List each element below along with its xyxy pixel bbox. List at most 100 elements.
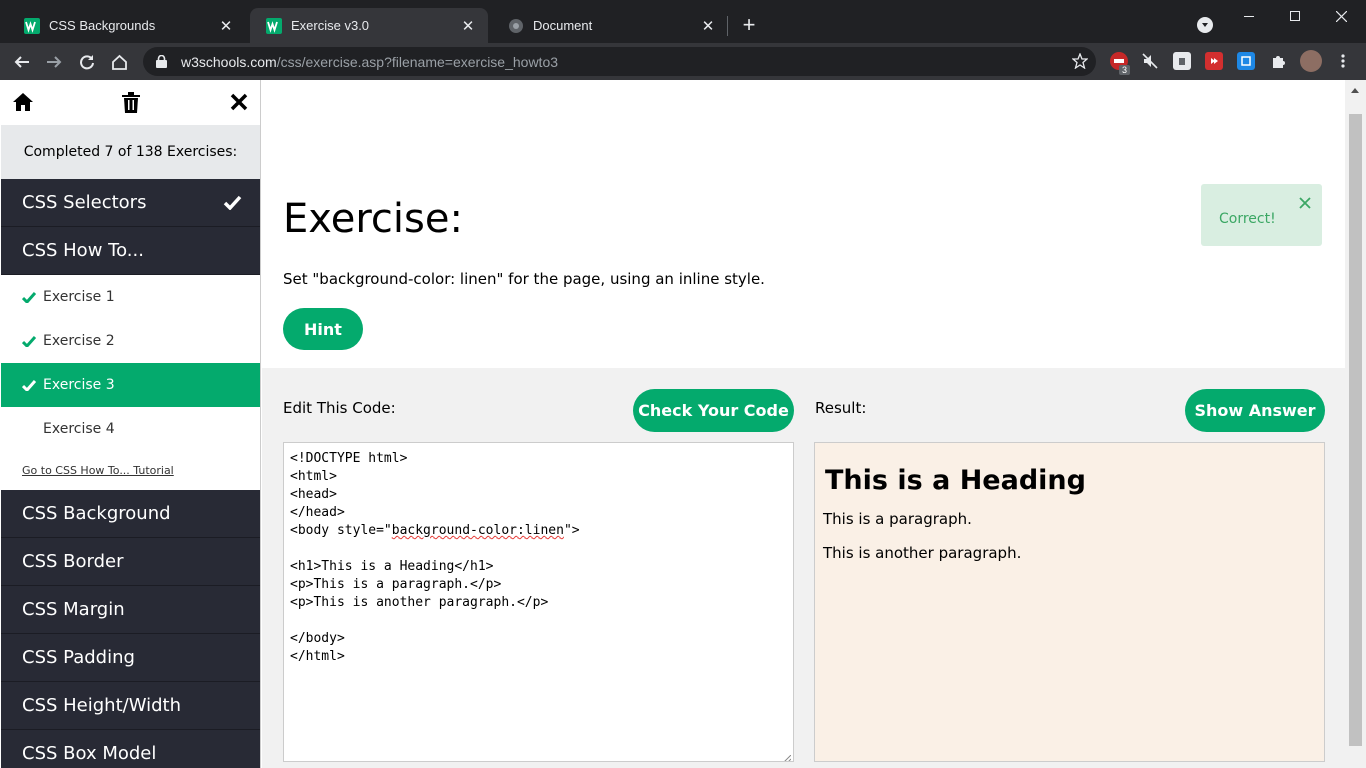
code-line: <p>This is a paragraph.</p> (290, 577, 502, 592)
hint-button[interactable]: Hint (283, 308, 363, 350)
sidebar-section-css-border[interactable]: CSS Border (1, 538, 260, 586)
code-workspace: Edit This Code: Check Your Code Result: … (262, 368, 1345, 768)
code-line: </html> (290, 649, 345, 664)
close-tab-icon[interactable]: ✕ (460, 18, 476, 35)
tab-search-icon[interactable] (1197, 17, 1213, 33)
code-line: </head> (290, 505, 345, 520)
sidebar-item-exercise-4[interactable]: Exercise 4 (1, 407, 260, 451)
check-icon (22, 379, 38, 391)
show-answer-button[interactable]: Show Answer (1185, 389, 1325, 432)
tab-separator (727, 16, 728, 36)
tutorial-link[interactable]: Go to CSS How To... Tutorial (1, 451, 260, 490)
section-label: CSS Selectors (22, 192, 147, 213)
section-label: CSS Margin (22, 599, 125, 620)
sidebar-section-css-selectors[interactable]: CSS Selectors (1, 179, 260, 227)
code-line-blank: ​ (290, 612, 787, 630)
section-label: CSS Padding (22, 647, 135, 668)
browser-tab-bar: CSS Backgrounds ✕ Exercise v3.0 ✕ Docume… (0, 0, 1366, 43)
forward-icon[interactable] (42, 50, 66, 74)
extension-red-icon[interactable] (1205, 52, 1223, 70)
extension-badge: 3 (1119, 65, 1131, 75)
tab-css-backgrounds[interactable]: CSS Backgrounds ✕ (8, 8, 246, 43)
exercise-sidebar: Completed 7 of 138 Exercises: CSS Select… (1, 80, 261, 768)
result-label: Result: (815, 399, 867, 417)
maximize-icon[interactable] (1272, 4, 1318, 28)
browser-toolbar: w3schools.com/css/exercise.asp?filename=… (0, 43, 1366, 80)
close-window-icon[interactable] (1318, 4, 1364, 28)
section-label: CSS Background (22, 503, 171, 524)
sidebar-section-css-padding[interactable]: CSS Padding (1, 634, 260, 682)
page-viewport: Completed 7 of 138 Exercises: CSS Select… (0, 80, 1366, 768)
close-alert-icon[interactable] (1298, 196, 1312, 210)
result-heading: This is a Heading (825, 465, 1086, 496)
sidebar-section-css-how-to[interactable]: CSS How To... (1, 227, 260, 275)
sidebar-section-css-background[interactable]: CSS Background (1, 490, 260, 538)
minimize-icon[interactable] (1226, 4, 1272, 28)
globe-icon (508, 18, 524, 34)
completed-check-icon (223, 194, 242, 215)
tab-exercise[interactable]: Exercise v3.0 ✕ (250, 8, 488, 43)
correct-alert: Correct! (1201, 184, 1322, 246)
extension-icon[interactable] (1173, 52, 1191, 70)
tab-title: CSS Backgrounds (49, 18, 156, 33)
page-title: Exercise: (283, 196, 463, 242)
check-code-button[interactable]: Check Your Code (633, 389, 794, 432)
code-line: <body style="background-color:linen"> (290, 523, 580, 538)
code-line: <head> (290, 487, 337, 502)
trash-icon[interactable] (119, 90, 143, 114)
code-line: <h1>This is a Heading</h1> (290, 559, 494, 574)
sidebar-item-exercise-2[interactable]: Exercise 2 (1, 319, 260, 363)
bookmark-star-icon[interactable] (1071, 52, 1089, 70)
edit-code-label: Edit This Code: (283, 399, 396, 417)
lock-icon[interactable] (153, 54, 169, 70)
exercise-label: Exercise 3 (43, 377, 115, 393)
exercise-content: Exercise: Set "background-color: linen" … (262, 80, 1345, 768)
result-paragraph: This is a paragraph. (823, 510, 972, 528)
check-icon (22, 335, 38, 347)
section-label: CSS How To... (22, 240, 144, 261)
section-label: CSS Height/Width (22, 695, 182, 716)
code-line-blank: ​ (290, 540, 787, 558)
check-icon (22, 291, 38, 303)
code-line: <p>This is another paragraph.</p> (290, 595, 549, 610)
reload-icon[interactable] (75, 50, 99, 74)
close-icon[interactable] (227, 90, 251, 114)
resize-grip-icon[interactable] (783, 751, 792, 761)
section-label: CSS Border (22, 551, 124, 572)
profile-avatar[interactable] (1300, 50, 1322, 72)
sidebar-item-exercise-1[interactable]: Exercise 1 (1, 275, 260, 319)
sidebar-toolbar (1, 80, 260, 125)
exercise-label: Exercise 4 (43, 421, 115, 437)
scrollbar-thumb[interactable] (1349, 114, 1362, 746)
sidebar-section-css-box-model[interactable]: CSS Box Model (1, 730, 260, 768)
sidebar-section-css-margin[interactable]: CSS Margin (1, 586, 260, 634)
home-icon[interactable] (11, 90, 35, 114)
code-line: </body> (290, 631, 345, 646)
new-tab-icon[interactable]: + (737, 14, 761, 38)
extension-blue-icon[interactable] (1237, 52, 1255, 70)
page-scrollbar[interactable] (1345, 80, 1366, 768)
home-icon[interactable] (107, 50, 131, 74)
w3schools-favicon-icon (24, 17, 40, 34)
scroll-up-arrow-icon[interactable] (1351, 88, 1359, 93)
code-editor[interactable]: <!DOCTYPE html> <html> <head> </head> <body … (283, 442, 794, 762)
code-line: <html> (290, 469, 337, 484)
extensions-puzzle-icon[interactable] (1269, 52, 1287, 70)
close-tab-icon[interactable]: ✕ (218, 18, 234, 35)
close-tab-icon[interactable]: ✕ (700, 18, 716, 35)
menu-kebab-icon[interactable] (1334, 52, 1352, 70)
address-bar[interactable]: w3schools.com/css/exercise.asp?filename=… (143, 47, 1096, 76)
exercise-label: Exercise 1 (43, 289, 115, 305)
tab-title: Exercise v3.0 (291, 18, 370, 33)
sidebar-item-exercise-3[interactable]: Exercise 3 (1, 363, 260, 407)
url-text: w3schools.com/css/exercise.asp?filename=… (181, 53, 559, 70)
code-line: <!DOCTYPE html> (290, 451, 408, 466)
exercise-description: Set "background-color: linen" for the pa… (283, 270, 765, 288)
exercise-label: Exercise 2 (43, 333, 115, 349)
correct-message: Correct! (1219, 211, 1276, 227)
mute-tab-icon[interactable] (1141, 52, 1159, 70)
result-paragraph: This is another paragraph. (823, 544, 1022, 562)
sidebar-section-css-height-width[interactable]: CSS Height/Width (1, 682, 260, 730)
tab-document[interactable]: Document ✕ (492, 8, 728, 43)
back-icon[interactable] (10, 50, 34, 74)
